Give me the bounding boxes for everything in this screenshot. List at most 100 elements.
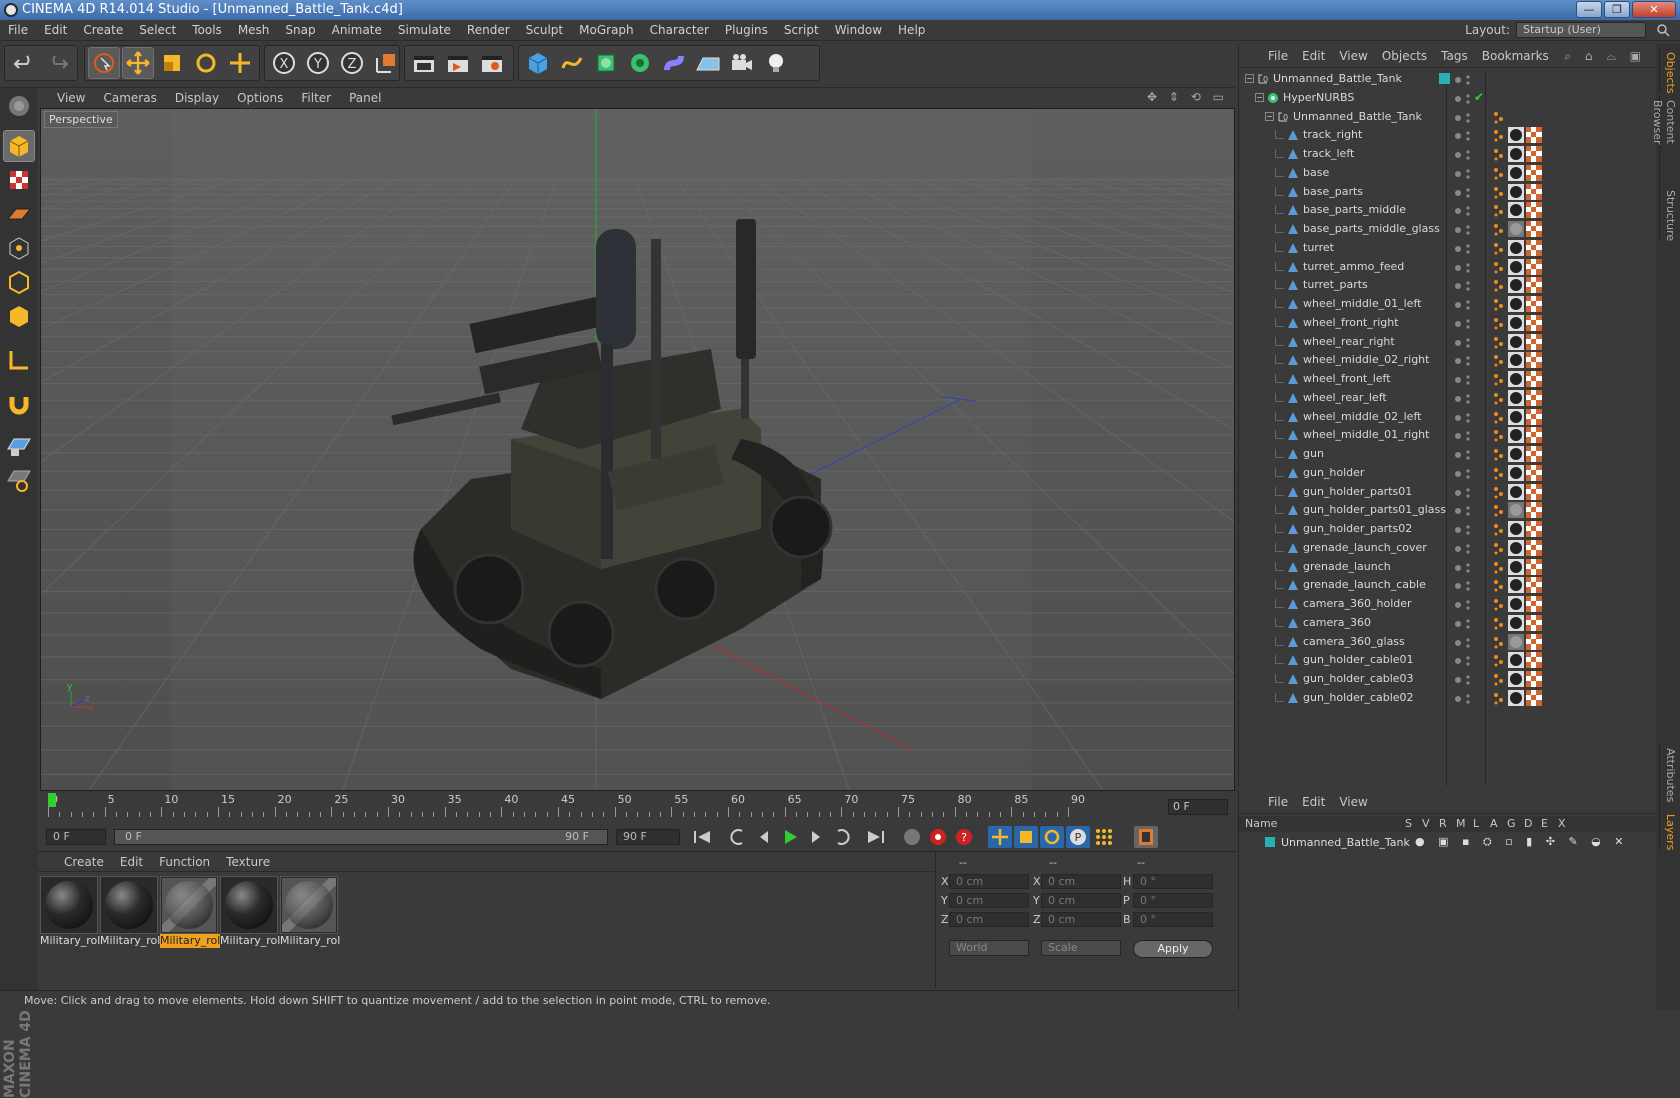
visibility-dots[interactable] [1454,430,1474,442]
object-name[interactable]: camera_360_glass [1303,635,1405,648]
x-axis-lock-icon[interactable]: X [268,47,300,79]
object-row[interactable]: wheel_middle_02_right [1239,351,1657,371]
object-tags[interactable] [1492,427,1542,445]
next-frame-icon[interactable] [804,826,828,848]
undo-icon[interactable] [8,47,40,79]
layer-menu-edit[interactable]: Edit [1295,795,1332,809]
object-menu-edit[interactable]: Edit [1295,49,1332,63]
layer-row[interactable]: Unmanned_Battle_Tank ● ▣ ▪ ⛭ ▫ ▮ ✣ ✎ ◒ ✕ [1239,834,1657,852]
spline-icon[interactable] [556,47,588,79]
object-tags[interactable] [1492,352,1542,370]
menu-create[interactable]: Create [75,23,131,37]
enabled-check-icon[interactable]: ✔ [1474,90,1484,104]
coordinate-system-icon[interactable] [370,47,402,79]
layer-column-v[interactable]: V [1422,816,1430,832]
object-tags[interactable] [1492,577,1542,595]
object-row[interactable]: turret_ammo_feed [1239,258,1657,278]
object-row[interactable]: track_left [1239,145,1657,165]
object-tags[interactable] [1492,109,1506,127]
menu-animate[interactable]: Animate [324,23,390,37]
polygons-mode-icon[interactable] [3,300,35,332]
object-row[interactable]: base_parts_middle_glass [1239,220,1657,240]
object-name[interactable]: base [1303,166,1329,179]
record-keys-icon[interactable] [900,826,924,848]
visibility-dots[interactable] [1454,655,1474,667]
layer-column-x[interactable]: X [1558,816,1566,832]
rotate-icon[interactable] [190,47,222,79]
viewport-navigation-icons[interactable]: ✥ ⇕ ⟲ ▭ [1147,90,1228,104]
material-menu-create[interactable]: Create [56,855,112,869]
object-row[interactable]: camera_360_glass [1239,633,1657,653]
object-name[interactable]: wheel_front_left [1303,372,1391,385]
nurbs-icon[interactable] [590,47,622,79]
object-row[interactable]: gun_holder_parts01 [1239,483,1657,503]
layer-flags-icons[interactable]: ● ▣ ▪ ⛭ ▫ ▮ ✣ ✎ ◒ ✕ [1415,835,1628,849]
object-tags[interactable] [1492,446,1542,464]
object-tags[interactable] [1492,596,1542,614]
visibility-dots[interactable] [1454,74,1474,86]
object-tags[interactable] [1492,127,1542,145]
object-row[interactable]: wheel_front_right [1239,314,1657,334]
keyframe-selection-icon[interactable]: ? [952,826,976,848]
menu-simulate[interactable]: Simulate [390,23,459,37]
object-row[interactable]: gun_holder_parts02 [1239,520,1657,540]
object-name[interactable]: camera_360_holder [1303,597,1412,610]
layer-column-a[interactable]: A [1490,816,1498,832]
light-icon[interactable] [760,47,792,79]
object-row[interactable]: −0 Unmanned_Battle_Tank [1239,70,1657,90]
object-menu-bookmarks[interactable]: Bookmarks [1475,49,1556,63]
apply-button[interactable]: Apply [1133,940,1213,958]
coord-size-field[interactable]: 0 cm [1041,874,1121,889]
visibility-dots[interactable] [1454,280,1474,292]
timeline-window-icon[interactable] [1134,826,1158,848]
object-row[interactable]: −0 Unmanned_Battle_Tank [1239,108,1657,128]
object-row[interactable]: base_parts [1239,183,1657,203]
scale-icon[interactable] [156,47,188,79]
move-icon[interactable] [122,47,154,79]
object-row[interactable]: base_parts_middle [1239,201,1657,221]
object-name[interactable]: grenade_launch [1303,560,1391,573]
visibility-dots[interactable] [1454,374,1474,386]
object-name[interactable]: gun_holder_cable01 [1303,653,1414,666]
side-tab-layers[interactable]: Layers [1659,810,1677,850]
render-picture-viewer-icon[interactable] [442,47,474,79]
object-row[interactable]: grenade_launch [1239,558,1657,578]
object-tags[interactable] [1492,239,1542,258]
camera-icon[interactable] [726,47,758,79]
object-row[interactable]: camera_360_holder [1239,595,1657,615]
object-menu-objects[interactable]: Objects [1375,49,1434,63]
visibility-dots[interactable] [1454,318,1474,330]
object-tags[interactable] [1492,164,1542,183]
perspective-viewport[interactable]: y x z Perspective [40,108,1235,791]
material-menu-texture[interactable]: Texture [218,855,278,869]
object-name[interactable]: wheel_rear_right [1303,335,1395,348]
locked-workplane-icon[interactable] [3,464,35,496]
visibility-dots[interactable] [1454,468,1474,480]
maximize-button[interactable]: ❐ [1604,1,1630,18]
redo-icon[interactable] [42,47,74,79]
coord-pos-field[interactable]: 0 cm [949,912,1029,927]
workplane-icon[interactable] [3,198,35,230]
object-name[interactable]: wheel_middle_01_right [1303,428,1429,441]
texture-mode-icon[interactable] [3,164,35,196]
object-name[interactable]: wheel_middle_02_left [1303,410,1421,423]
menu-window[interactable]: Window [827,23,890,37]
menu-file[interactable]: File [0,23,36,37]
menu-mograph[interactable]: MoGraph [571,23,642,37]
object-row[interactable]: camera_360 [1239,614,1657,634]
start-frame-field[interactable]: 0 F [46,829,106,845]
coord-pos-field[interactable]: 0 cm [949,893,1029,908]
side-tab-attributes[interactable]: Attributes [1659,744,1677,806]
object-tags[interactable] [1492,652,1542,670]
key-point-level-icon[interactable] [1092,826,1116,848]
object-name[interactable]: wheel_middle_01_left [1303,297,1421,310]
visibility-dots[interactable] [1454,393,1474,405]
layer-menu-file[interactable]: File [1261,795,1295,809]
object-tags[interactable] [1492,539,1542,558]
visibility-dots[interactable] [1454,637,1474,649]
visibility-dots[interactable] [1454,524,1474,536]
object-tags[interactable] [1492,558,1542,577]
menu-edit[interactable]: Edit [36,23,75,37]
go-to-end-icon[interactable] [864,826,888,848]
layer-column-m[interactable]: M [1456,816,1466,832]
